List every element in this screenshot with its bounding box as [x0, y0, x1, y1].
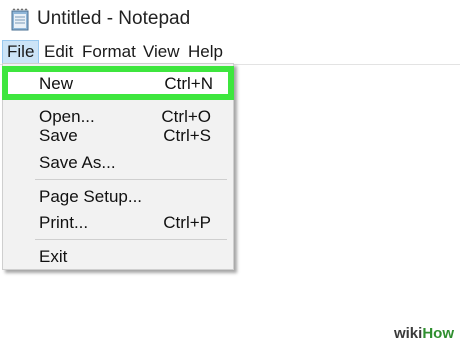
menu-item-shortcut: Ctrl+N — [164, 74, 213, 93]
menu-item-label: Page Setup... — [39, 187, 143, 206]
menu-item-exit[interactable]: Exit — [3, 244, 233, 270]
menu-help[interactable]: Help — [188, 40, 223, 64]
menu-item-label: Exit — [39, 247, 68, 266]
menu-item-print[interactable]: Print... Ctrl+P — [3, 210, 233, 236]
menu-item-new[interactable]: New Ctrl+N — [2, 66, 234, 100]
menu-edit[interactable]: Edit — [44, 40, 73, 64]
menu-item-shortcut: Ctrl+S — [163, 126, 211, 145]
menu-file[interactable]: File — [2, 40, 40, 64]
menu-separator — [35, 179, 227, 180]
notepad-icon — [11, 8, 29, 31]
menu-item-shortcut: Ctrl+P — [163, 213, 211, 232]
window-title: Untitled - Notepad — [37, 8, 191, 29]
menu-item-label: New — [39, 74, 74, 93]
menu-item-label: Print... — [39, 213, 89, 232]
menu-bar: File Edit Format View Help — [0, 40, 460, 64]
menu-item-label: Save — [39, 126, 78, 145]
menu-item-save-as[interactable]: Save As... — [3, 150, 233, 176]
menu-item-save[interactable]: Save Ctrl+S — [3, 123, 233, 149]
title-bar: Untitled - Notepad — [0, 0, 460, 38]
menu-separator — [35, 239, 227, 240]
menu-format[interactable]: Format — [82, 40, 136, 64]
wikihow-watermark: wikiHow — [393, 325, 454, 342]
menu-item-label: Save As... — [39, 153, 116, 172]
menu-view[interactable]: View — [143, 40, 180, 64]
menu-item-page-setup[interactable]: Page Setup... — [3, 184, 233, 210]
